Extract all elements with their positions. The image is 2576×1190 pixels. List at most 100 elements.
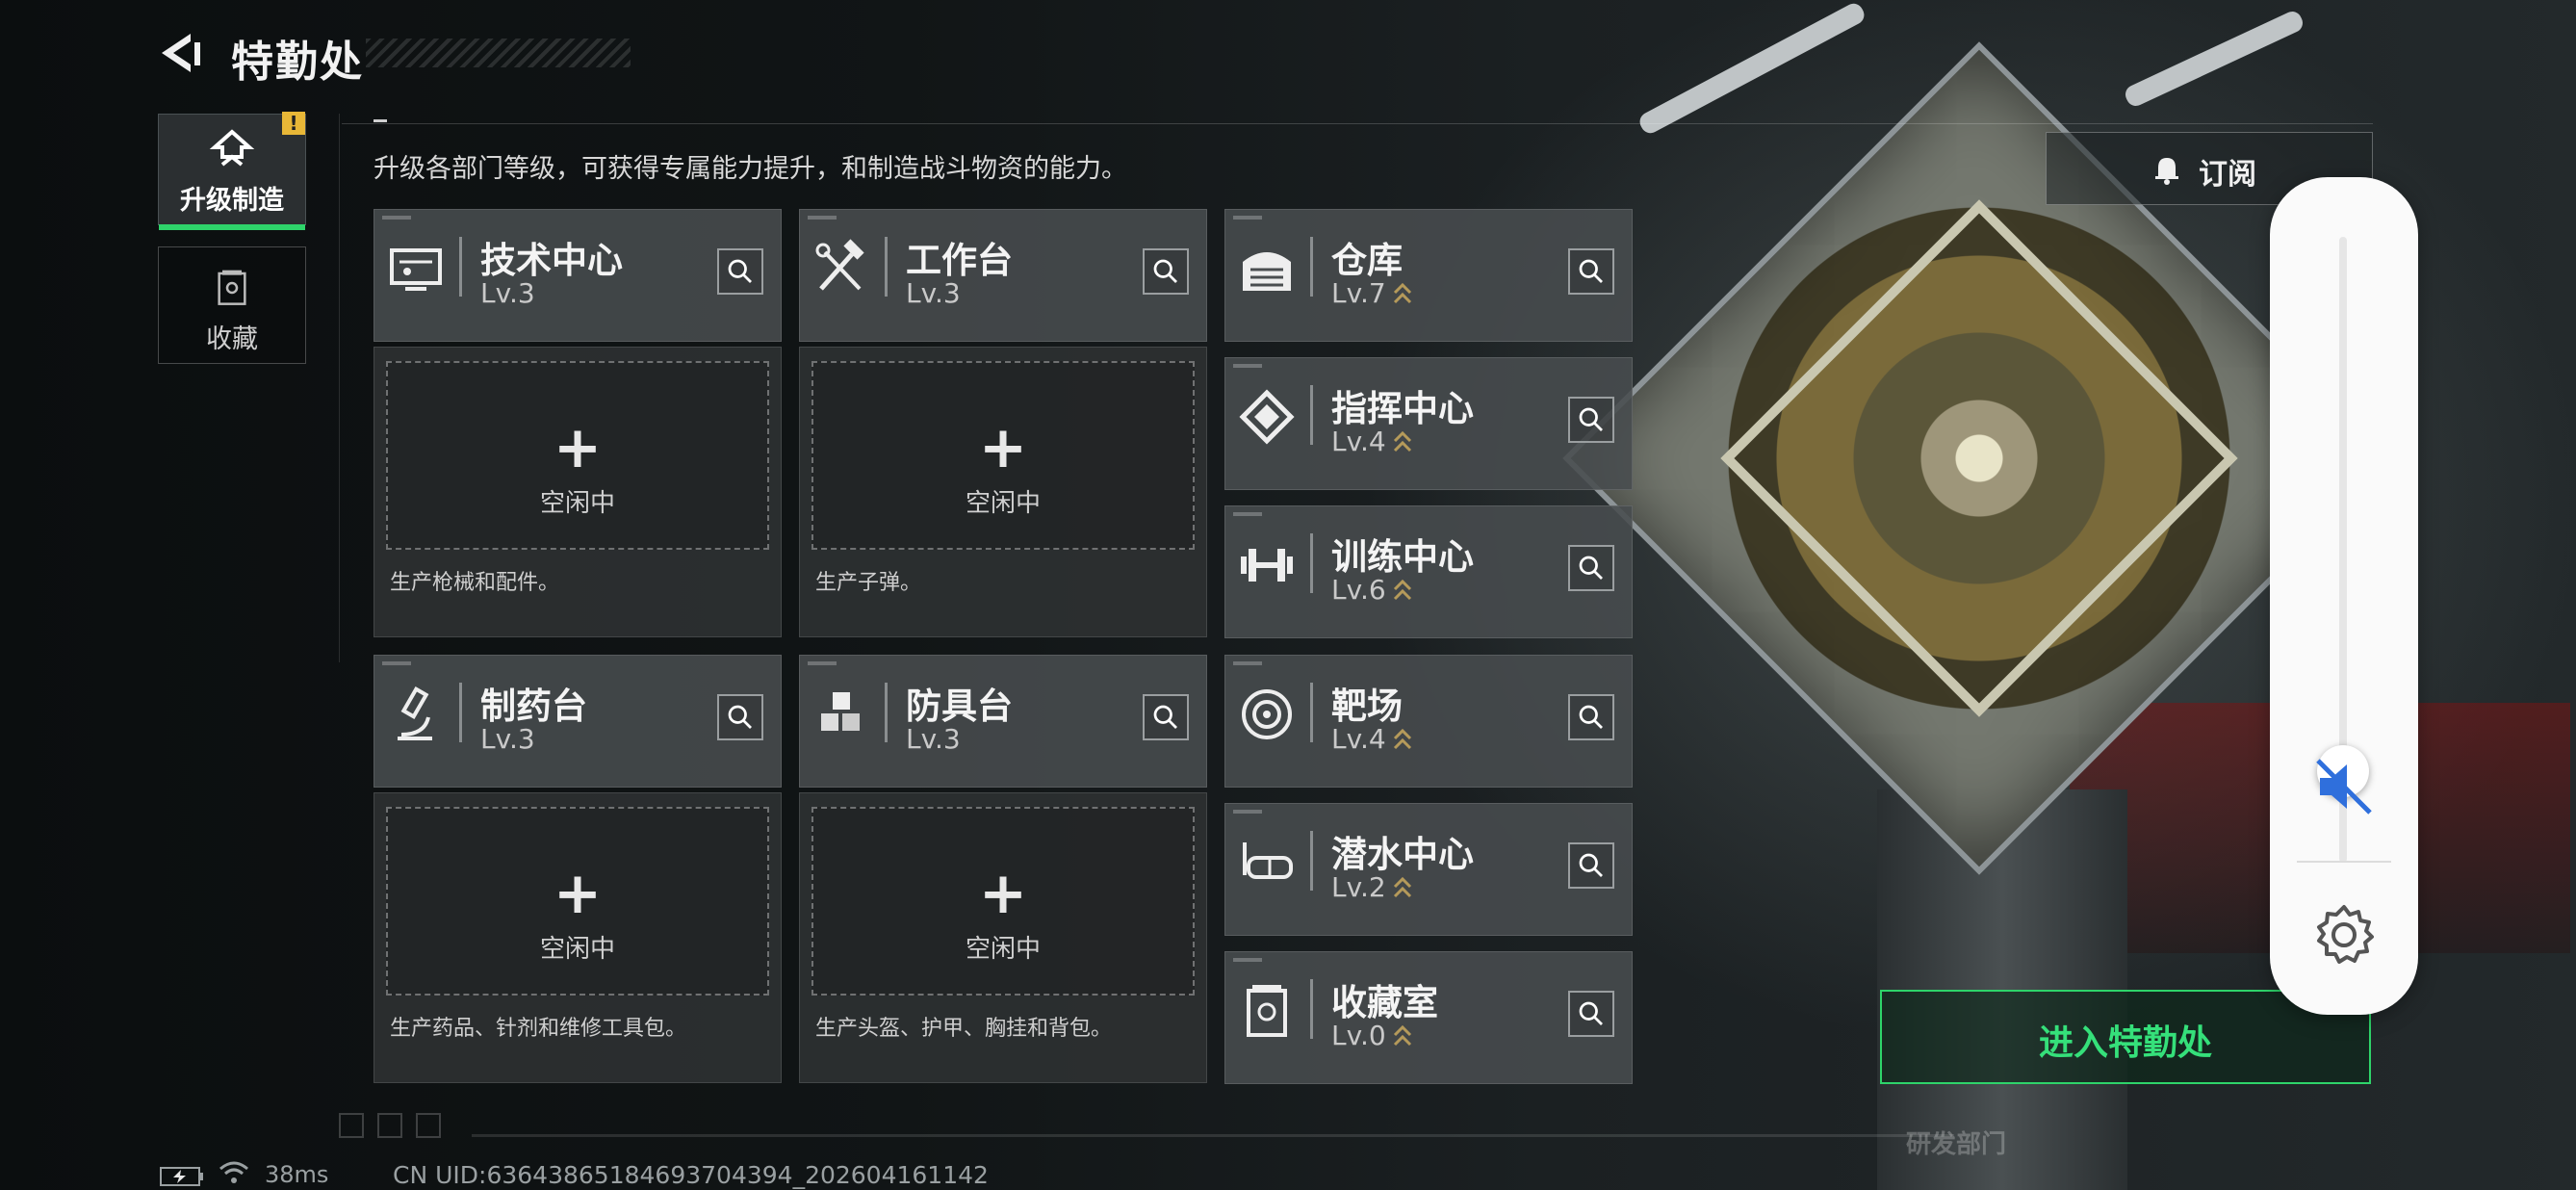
production-slot-tech-center[interactable]: + 空闲中 生产枪械和配件。	[374, 347, 782, 637]
dept-name: 靶场	[1331, 686, 1403, 727]
hammer-wrench-icon	[815, 239, 864, 291]
back-arrow-icon[interactable]	[158, 29, 206, 77]
wifi-icon	[219, 1161, 248, 1183]
slot-status: 空闲中	[965, 935, 1041, 964]
empty-slot[interactable]: + 空闲中	[386, 807, 769, 996]
card-divider	[1310, 385, 1313, 445]
watermark-text: 研发部门	[1906, 1130, 2007, 1159]
search-icon[interactable]	[1568, 545, 1614, 591]
card-tag	[1233, 364, 1262, 368]
empty-slot[interactable]: + 空闲中	[386, 361, 769, 550]
dept-name: 技术中心	[480, 240, 623, 281]
card-divider	[1310, 683, 1313, 742]
upgrade-chevron-icon	[1393, 876, 1411, 898]
dept-card-tech-center[interactable]: 技术中心 Lv.3	[374, 209, 782, 342]
cubes-icon	[821, 692, 860, 731]
search-icon[interactable]	[1568, 397, 1614, 443]
volume-panel[interactable]	[2270, 177, 2418, 1015]
dept-level: Lv.7	[1331, 277, 1413, 309]
plus-icon: +	[553, 414, 603, 481]
level-text: Lv.6	[1331, 574, 1386, 606]
card-tag	[1233, 661, 1262, 665]
dept-level: Lv.3	[480, 277, 535, 309]
card-tag	[1233, 512, 1262, 516]
dept-level: Lv.3	[906, 277, 961, 309]
card-tag	[808, 661, 837, 665]
dept-card-armor[interactable]: 防具台 Lv.3	[799, 655, 1207, 788]
card-tag	[1233, 216, 1262, 220]
decor-square	[339, 1113, 364, 1138]
card-divider	[1310, 533, 1313, 593]
subscribe-label: 订阅	[2199, 158, 2256, 192]
card-divider	[459, 683, 462, 742]
production-description: 生产药品、针剂和维修工具包。	[390, 1017, 687, 1041]
upgrade-chevron-icon	[1393, 1024, 1411, 1047]
level-text: Lv.4	[1331, 426, 1386, 457]
speaker-muted-icon[interactable]	[2310, 753, 2378, 820]
active-indicator	[159, 224, 305, 230]
warehouse-icon	[1243, 252, 1291, 291]
slot-status: 空闲中	[539, 489, 615, 518]
search-icon[interactable]	[1568, 694, 1614, 740]
decor-square	[416, 1113, 441, 1138]
search-icon[interactable]	[1568, 991, 1614, 1037]
trophy-case-icon	[1247, 985, 1287, 1037]
empty-slot[interactable]: + 空闲中	[811, 361, 1195, 550]
diving-mask-icon	[1243, 842, 1293, 879]
card-divider	[1310, 237, 1313, 297]
card-tag	[1233, 958, 1262, 962]
background-robot-arm	[1636, 0, 1868, 137]
upgrade-icon	[209, 129, 255, 167]
card-tag	[808, 216, 837, 220]
dept-card-training-center[interactable]: 训练中心 Lv.6	[1224, 505, 1633, 638]
card-tag	[382, 661, 411, 665]
level-text: Lv.7	[1331, 277, 1386, 309]
dept-level: Lv.0	[1331, 1020, 1413, 1051]
search-icon[interactable]	[1568, 248, 1614, 295]
card-tag	[1233, 810, 1262, 814]
divider-mark	[374, 119, 387, 122]
dept-card-warehouse[interactable]: 仓库 Lv.7	[1224, 209, 1633, 342]
dept-level: Lv.4	[1331, 723, 1413, 755]
production-description: 生产枪械和配件。	[390, 571, 560, 595]
title-decoration	[366, 39, 631, 67]
card-divider	[885, 683, 888, 742]
card-tag	[382, 216, 411, 220]
empty-slot[interactable]: + 空闲中	[811, 807, 1195, 996]
page-title: 特勤处	[231, 38, 364, 87]
search-icon[interactable]	[1568, 842, 1614, 889]
upgrade-chevron-icon	[1393, 579, 1411, 601]
dept-card-command-center[interactable]: 指挥中心 Lv.4	[1224, 357, 1633, 490]
plus-icon: +	[553, 860, 603, 927]
upgrade-chevron-icon	[1393, 430, 1411, 453]
dept-card-pharmacy[interactable]: 制药台 Lv.3	[374, 655, 782, 788]
search-icon[interactable]	[1143, 248, 1189, 295]
production-slot-workbench[interactable]: + 空闲中 生产子弹。	[799, 347, 1207, 637]
plus-icon: +	[978, 860, 1028, 927]
dept-name: 收藏室	[1331, 982, 1438, 1023]
search-icon[interactable]	[717, 248, 763, 295]
production-slot-pharmacy[interactable]: + 空闲中 生产药品、针剂和维修工具包。	[374, 792, 782, 1083]
card-divider	[459, 237, 462, 297]
slot-status: 空闲中	[539, 935, 615, 964]
search-icon[interactable]	[717, 694, 763, 740]
dept-name: 潜水中心	[1331, 834, 1474, 875]
level-text: Lv.2	[1331, 871, 1386, 903]
dept-level: Lv.6	[1331, 574, 1413, 606]
search-icon[interactable]	[1143, 694, 1189, 740]
dept-card-diving-center[interactable]: 潜水中心 Lv.2	[1224, 803, 1633, 936]
chip-icon	[1239, 389, 1295, 445]
upgrade-chevron-icon	[1393, 728, 1411, 750]
production-slot-armor[interactable]: + 空闲中 生产头盔、护甲、胸挂和背包。	[799, 792, 1207, 1083]
dept-name: 制药台	[480, 686, 587, 727]
card-divider	[1310, 831, 1313, 891]
dept-card-collection-room[interactable]: 收藏室 Lv.0	[1224, 951, 1633, 1084]
level-text: Lv.4	[1331, 723, 1386, 755]
level-text: Lv.0	[1331, 1020, 1386, 1051]
gear-icon[interactable]	[2310, 901, 2378, 969]
dept-card-shooting-range[interactable]: 靶场 Lv.4	[1224, 655, 1633, 788]
dept-card-workbench[interactable]: 工作台 Lv.3	[799, 209, 1207, 342]
bottom-divider	[472, 1134, 1954, 1137]
dept-level: Lv.3	[480, 723, 535, 755]
tab-collection[interactable]: 收藏	[158, 246, 306, 364]
